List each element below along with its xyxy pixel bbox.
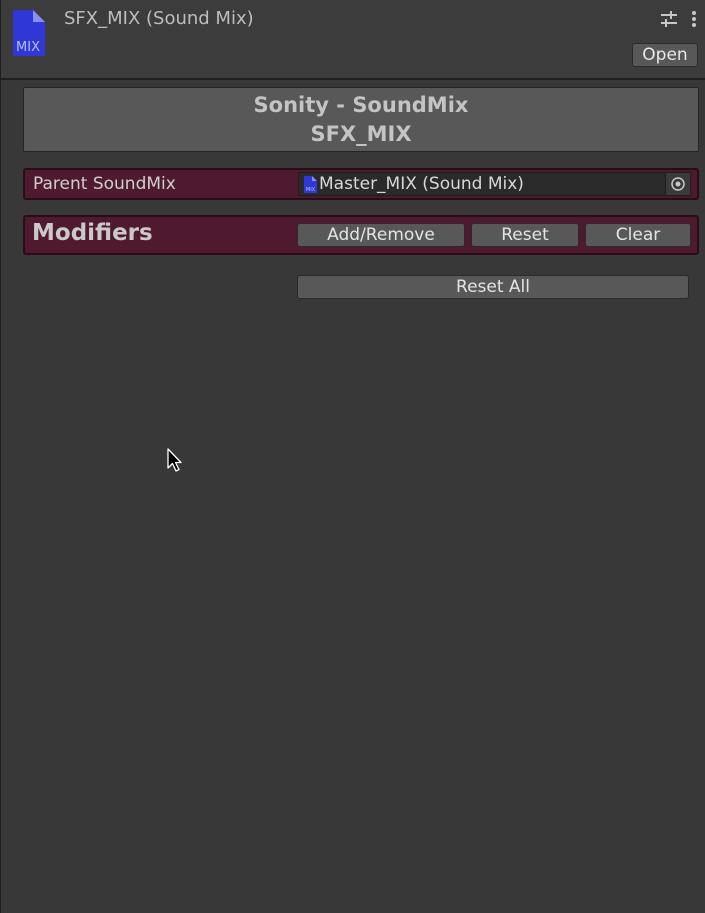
- modifiers-title: Modifiers: [32, 220, 153, 246]
- inspector-window: MIX SFX_MIX (Sound Mix) Open Sonity - So…: [0, 0, 705, 913]
- mouse-cursor-icon: [167, 448, 182, 472]
- asset-icon-label: MIX: [16, 40, 40, 55]
- reset-all-button[interactable]: Reset All: [297, 275, 689, 299]
- sliders-settings-icon[interactable]: [660, 11, 678, 27]
- field-icon-label: MIX: [306, 187, 316, 193]
- parent-soundmix-label: Parent SoundMix: [33, 174, 176, 194]
- inspector-header: MIX SFX_MIX (Sound Mix) Open: [1, 0, 705, 80]
- parent-soundmix-field[interactable]: MIX Master_MIX (Sound Mix): [298, 172, 691, 196]
- clear-button[interactable]: Clear: [585, 223, 691, 247]
- object-picker-button[interactable]: [665, 173, 690, 195]
- kebab-menu-icon[interactable]: [689, 10, 699, 28]
- parent-soundmix-value: Master_MIX (Sound Mix): [319, 174, 524, 194]
- banner-title: Sonity - SoundMix: [253, 93, 469, 117]
- target-picker-icon: [671, 177, 685, 191]
- open-button[interactable]: Open: [632, 43, 698, 67]
- add-remove-button[interactable]: Add/Remove: [297, 223, 465, 247]
- sound-mix-asset-icon: MIX: [13, 10, 45, 56]
- parent-soundmix-row: Parent SoundMix MIX Master_MIX (Sound Mi…: [23, 168, 699, 200]
- title-banner: Sonity - SoundMix SFX_MIX: [23, 87, 699, 152]
- asset-title: SFX_MIX (Sound Mix): [64, 8, 254, 29]
- modifiers-row: Modifiers Add/Remove Reset Clear: [23, 215, 699, 255]
- reset-button[interactable]: Reset: [471, 223, 579, 247]
- banner-subtitle: SFX_MIX: [310, 122, 412, 146]
- sound-mix-asset-icon: MIX: [304, 176, 317, 193]
